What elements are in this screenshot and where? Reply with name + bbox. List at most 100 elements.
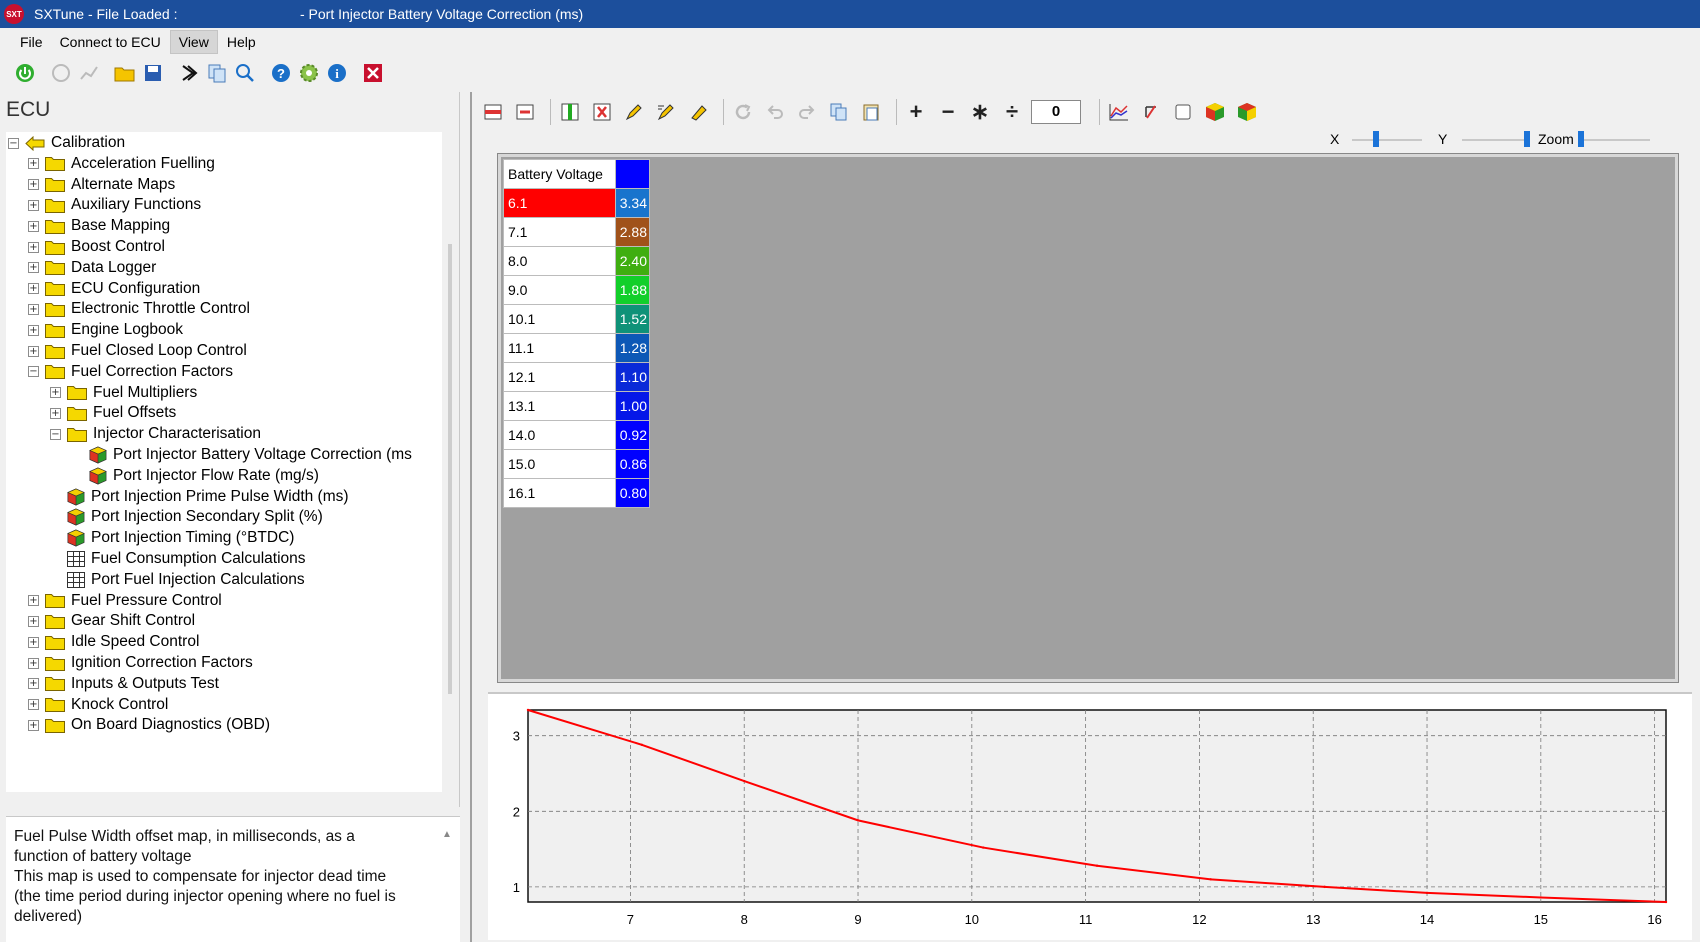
description-scroll-up-icon[interactable]: ▲ bbox=[442, 829, 452, 840]
tree-item[interactable]: + Knock Control bbox=[28, 694, 168, 716]
expand-icon[interactable]: + bbox=[28, 345, 39, 357]
tree-item[interactable]: + Inputs & Outputs Test bbox=[28, 673, 219, 695]
expand-icon[interactable]: + bbox=[28, 678, 39, 690]
graph-icon[interactable] bbox=[1106, 99, 1132, 125]
expand-icon[interactable]: + bbox=[28, 303, 39, 315]
value-cell[interactable]: 3.34 bbox=[615, 188, 650, 218]
delete-column-icon[interactable] bbox=[589, 99, 615, 125]
search-icon[interactable] bbox=[232, 60, 258, 86]
edit-pen-icon[interactable] bbox=[621, 99, 647, 125]
tree-item[interactable]: − Calibration bbox=[8, 132, 125, 154]
collapse-icon[interactable]: − bbox=[50, 428, 61, 440]
delete-row-icon[interactable] bbox=[512, 99, 538, 125]
tree-item[interactable]: + ECU Configuration bbox=[28, 278, 200, 300]
menu-view[interactable]: View bbox=[169, 30, 218, 54]
expand-icon[interactable]: + bbox=[28, 199, 39, 211]
tree-item[interactable]: Fuel Consumption Calculations bbox=[50, 548, 306, 570]
tree-item[interactable]: − Fuel Correction Factors bbox=[28, 361, 233, 383]
menu-file[interactable]: File bbox=[12, 31, 51, 53]
axis-cell[interactable]: 6.1 bbox=[503, 188, 616, 218]
value-cell[interactable]: 1.10 bbox=[615, 362, 650, 392]
undo-icon[interactable] bbox=[762, 99, 788, 125]
tree-item[interactable]: + Alternate Maps bbox=[28, 174, 175, 196]
x-slider[interactable] bbox=[1352, 139, 1422, 141]
connect-icon[interactable] bbox=[48, 60, 74, 86]
axis-cell[interactable]: 14.0 bbox=[503, 420, 616, 450]
tree-item[interactable]: + Fuel Multipliers bbox=[50, 382, 197, 404]
value-cell[interactable]: 1.28 bbox=[615, 333, 650, 363]
tree-item[interactable]: + Engine Logbook bbox=[28, 319, 183, 341]
value-cell[interactable]: 0.80 bbox=[615, 478, 650, 508]
axis-cell[interactable]: 12.1 bbox=[503, 362, 616, 392]
expand-icon[interactable]: + bbox=[28, 179, 39, 191]
axis-cell[interactable]: 8.0 bbox=[503, 246, 616, 276]
value-cell[interactable]: 0.92 bbox=[615, 420, 650, 450]
save-icon[interactable] bbox=[140, 60, 166, 86]
zoom-slider[interactable] bbox=[1578, 139, 1650, 141]
tree-item[interactable]: − Injector Characterisation bbox=[50, 423, 261, 445]
eraser-icon[interactable] bbox=[685, 99, 711, 125]
info-icon[interactable]: i bbox=[324, 60, 350, 86]
subtract-operator-button[interactable]: − bbox=[935, 99, 961, 125]
expand-icon[interactable]: + bbox=[28, 699, 39, 711]
expand-icon[interactable]: + bbox=[28, 241, 39, 253]
expand-icon[interactable]: + bbox=[28, 158, 39, 170]
axis-cell[interactable]: 13.1 bbox=[503, 391, 616, 421]
axis-cell[interactable]: 11.1 bbox=[503, 333, 616, 363]
edit-multiple-icon[interactable] bbox=[653, 99, 679, 125]
add-operator-button[interactable]: + bbox=[903, 99, 929, 125]
axis-cell[interactable]: 15.0 bbox=[503, 449, 616, 479]
expand-icon[interactable]: + bbox=[28, 262, 39, 274]
expand-icon[interactable]: + bbox=[28, 324, 39, 336]
close-red-icon[interactable] bbox=[360, 60, 386, 86]
expand-icon[interactable]: + bbox=[50, 407, 61, 419]
expand-icon[interactable]: + bbox=[50, 387, 61, 399]
x-slider-thumb[interactable] bbox=[1373, 131, 1380, 147]
tree-item[interactable]: + On Board Diagnostics (OBD) bbox=[28, 714, 270, 736]
value-cell[interactable]: 2.88 bbox=[615, 217, 650, 247]
value-cell[interactable]: 2.40 bbox=[615, 246, 650, 276]
expand-icon[interactable]: + bbox=[28, 657, 39, 669]
tree-item[interactable]: + Ignition Correction Factors bbox=[28, 652, 253, 674]
settings-icon[interactable] bbox=[296, 60, 322, 86]
multiply-operator-button[interactable]: ∗ bbox=[967, 99, 993, 125]
expand-icon[interactable]: + bbox=[28, 719, 39, 731]
tree-item[interactable]: Port Injection Secondary Split (%) bbox=[50, 506, 323, 528]
chart-disabled-icon[interactable] bbox=[76, 60, 102, 86]
expand-icon[interactable]: + bbox=[28, 615, 39, 627]
tree-item[interactable]: + Electronic Throttle Control bbox=[28, 298, 250, 320]
axis-cell[interactable]: 10.1 bbox=[503, 304, 616, 334]
tree-item[interactable]: + Auxiliary Functions bbox=[28, 194, 201, 216]
tree-item[interactable]: + Fuel Offsets bbox=[50, 402, 176, 424]
axis-cell[interactable]: 7.1 bbox=[503, 217, 616, 247]
copy-icon[interactable] bbox=[204, 60, 230, 86]
tree-item[interactable]: Port Fuel Injection Calculations bbox=[50, 569, 305, 591]
divide-operator-button[interactable]: ÷ bbox=[999, 99, 1025, 125]
axis-cell[interactable]: 9.0 bbox=[503, 275, 616, 305]
axis-cell[interactable]: 16.1 bbox=[503, 478, 616, 508]
copy-cells-icon[interactable] bbox=[826, 99, 852, 125]
insert-row-icon[interactable] bbox=[480, 99, 506, 125]
open-folder-icon[interactable] bbox=[112, 60, 138, 86]
collapse-icon[interactable]: − bbox=[8, 137, 19, 149]
value-cell[interactable]: 1.52 bbox=[615, 304, 650, 334]
zoom-slider-thumb[interactable] bbox=[1578, 131, 1584, 147]
tree-item[interactable]: Port Injector Battery Voltage Correction… bbox=[72, 444, 412, 466]
value-header-cell[interactable] bbox=[615, 159, 650, 189]
tree-item[interactable]: + Base Mapping bbox=[28, 215, 170, 237]
y-slider[interactable] bbox=[1462, 139, 1530, 141]
expand-icon[interactable]: + bbox=[28, 636, 39, 648]
cube-3d-icon[interactable] bbox=[1202, 99, 1228, 125]
menu-help[interactable]: Help bbox=[219, 31, 264, 53]
value-cell[interactable]: 0.86 bbox=[615, 449, 650, 479]
tree-item[interactable]: Port Injection Prime Pulse Width (ms) bbox=[50, 486, 349, 508]
tree-item[interactable]: + Data Logger bbox=[28, 257, 156, 279]
tree-item[interactable]: + Boost Control bbox=[28, 236, 165, 258]
value-cell[interactable]: 1.00 bbox=[615, 391, 650, 421]
refresh-icon[interactable] bbox=[730, 99, 756, 125]
operand-value-input[interactable]: 0 bbox=[1031, 100, 1081, 124]
expand-icon[interactable]: + bbox=[28, 283, 39, 295]
help-icon[interactable]: ? bbox=[268, 60, 294, 86]
tree-item[interactable]: + Idle Speed Control bbox=[28, 631, 199, 653]
tree-item[interactable]: Port Injector Flow Rate (mg/s) bbox=[72, 465, 319, 487]
